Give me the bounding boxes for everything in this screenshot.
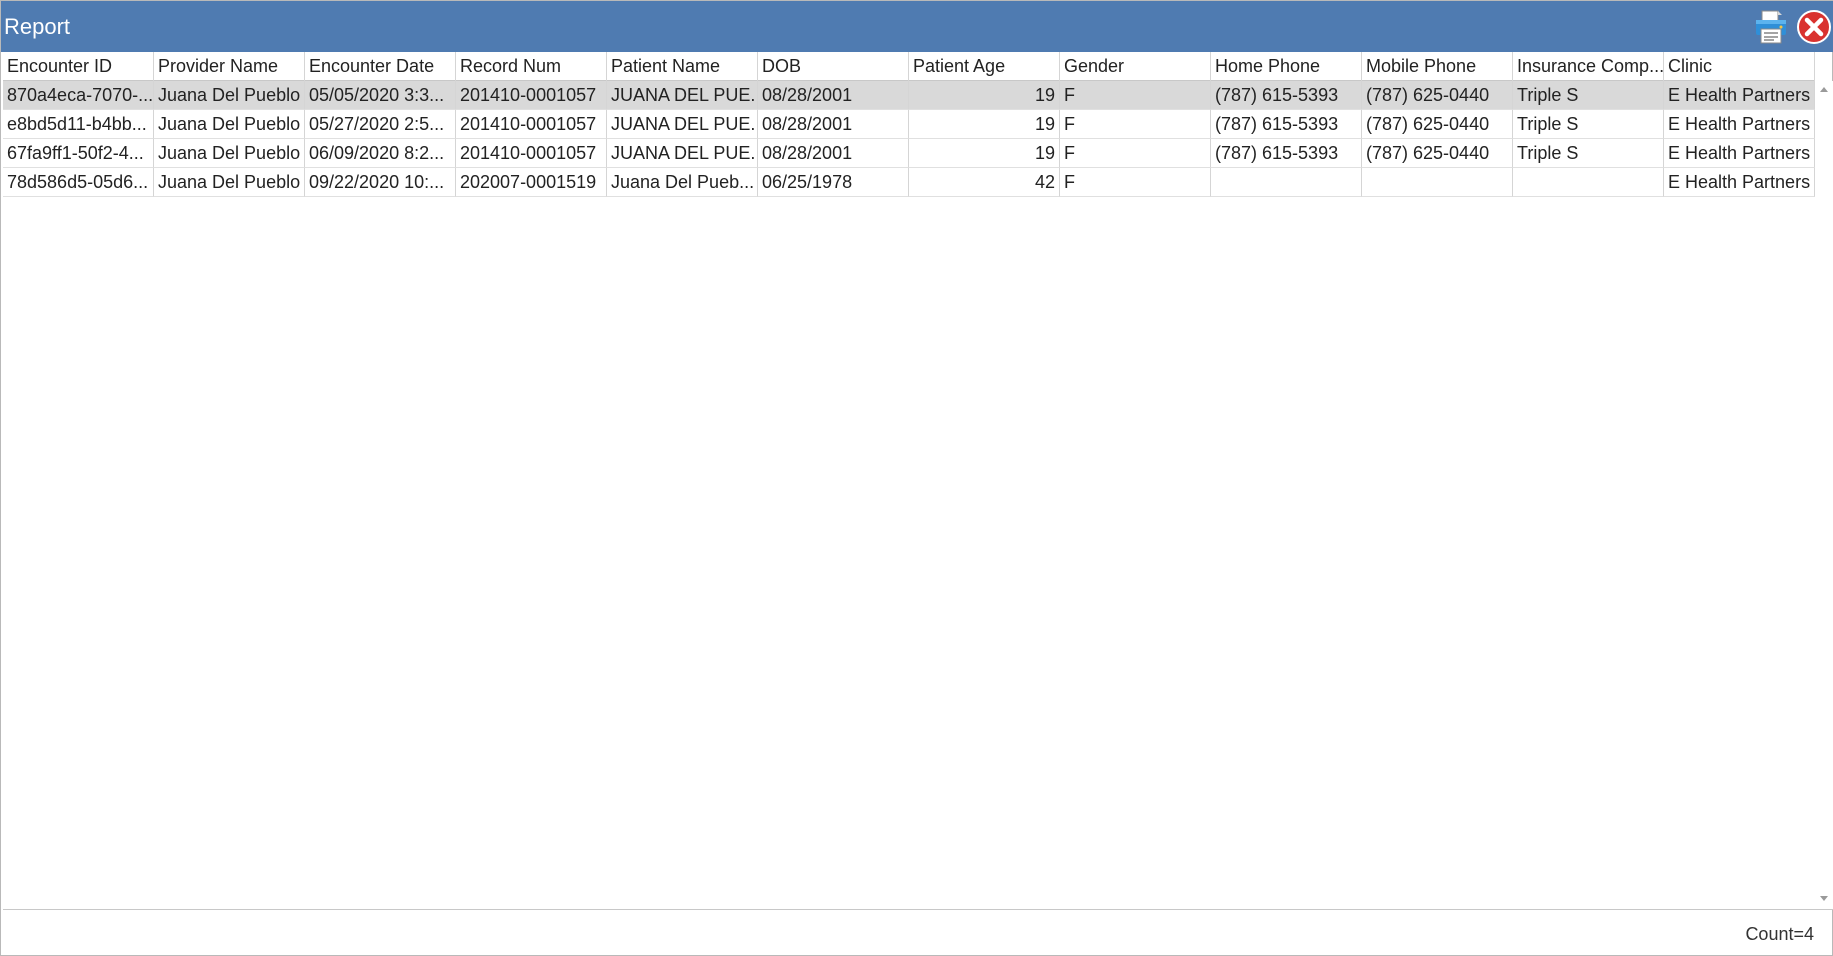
cell-home-phone[interactable]: (787) 615-5393 (1211, 81, 1362, 110)
cell-patient-age[interactable]: 19 (909, 139, 1060, 168)
table-row[interactable]: e8bd5d11-b4bb... Juana Del Pueblo 05/27/20… (3, 110, 1815, 139)
cell-encounter-id[interactable]: 870a4eca-7070-... (3, 81, 154, 110)
cell-provider-name[interactable]: Juana Del Pueblo (154, 139, 305, 168)
cell-mobile-phone[interactable]: (787) 625-0440 (1362, 81, 1513, 110)
vertical-scrollbar[interactable] (1816, 81, 1833, 909)
cell-patient-name[interactable]: JUANA DEL PUE... (607, 110, 758, 139)
cell-record-num[interactable]: 201410-0001057 (456, 110, 607, 139)
cell-clinic[interactable]: E Health Partners (1664, 110, 1815, 139)
cell-gender[interactable]: F (1060, 81, 1211, 110)
column-header-encounter-id[interactable]: Encounter ID (3, 52, 154, 81)
cell-patient-name[interactable]: JUANA DEL PUE... (607, 81, 758, 110)
cell-mobile-phone[interactable]: (787) 625-0440 (1362, 139, 1513, 168)
cell-clinic[interactable]: E Health Partners (1664, 168, 1815, 197)
cell-encounter-id[interactable]: e8bd5d11-b4bb... (3, 110, 154, 139)
cell-insurance-company[interactable]: Triple S (1513, 110, 1664, 139)
cell-patient-name[interactable]: JUANA DEL PUE... (607, 139, 758, 168)
cell-encounter-id[interactable]: 78d586d5-05d6... (3, 168, 154, 197)
cell-insurance-company[interactable]: Triple S (1513, 81, 1664, 110)
printer-icon[interactable] (1753, 9, 1789, 45)
window-title: Report (4, 14, 71, 39)
table-row[interactable]: 67fa9ff1-50f2-4... Juana Del Pueblo 06/09/… (3, 139, 1815, 168)
cell-gender[interactable]: F (1060, 139, 1211, 168)
table-row[interactable]: 78d586d5-05d6... Juana Del Pueblo 09/22/20… (3, 168, 1815, 197)
record-count: Count=4 (1745, 924, 1814, 944)
scroll-up-icon[interactable] (1820, 87, 1828, 92)
cell-dob[interactable]: 08/28/2001 (758, 139, 909, 168)
cell-gender[interactable]: F (1060, 110, 1211, 139)
cell-home-phone[interactable]: (787) 615-5393 (1211, 110, 1362, 139)
cell-dob[interactable]: 08/28/2001 (758, 81, 909, 110)
cell-encounter-date[interactable]: 09/22/2020 10:... (305, 168, 456, 197)
cell-record-num[interactable]: 201410-0001057 (456, 81, 607, 110)
cell-record-num[interactable]: 202007-0001519 (456, 168, 607, 197)
cell-provider-name[interactable]: Juana Del Pueblo (154, 110, 305, 139)
cell-patient-age[interactable]: 19 (909, 110, 1060, 139)
table-row[interactable]: 870a4eca-7070-... Juana Del Pueblo 05/05/2… (3, 81, 1815, 110)
cell-clinic[interactable]: E Health Partners (1664, 139, 1815, 168)
column-header-record-num[interactable]: Record Num (456, 52, 607, 81)
cell-home-phone[interactable]: (787) 615-5393 (1211, 139, 1362, 168)
report-grid: Encounter ID Provider Name Encounter Date R… (3, 52, 1815, 909)
cell-insurance-company[interactable]: Triple S (1513, 139, 1664, 168)
cell-record-num[interactable]: 201410-0001057 (456, 139, 607, 168)
cell-insurance-company[interactable] (1513, 168, 1664, 197)
cell-dob[interactable]: 08/28/2001 (758, 110, 909, 139)
cell-encounter-date[interactable]: 05/27/2020 2:5... (305, 110, 456, 139)
column-header-patient-age[interactable]: Patient Age (909, 52, 1060, 81)
cell-provider-name[interactable]: Juana Del Pueblo (154, 81, 305, 110)
cell-gender[interactable]: F (1060, 168, 1211, 197)
column-header-clinic[interactable]: Clinic (1664, 52, 1815, 81)
cell-mobile-phone[interactable]: (787) 625-0440 (1362, 110, 1513, 139)
column-header-encounter-date[interactable]: Encounter Date (305, 52, 456, 81)
column-header-provider-name[interactable]: Provider Name (154, 52, 305, 81)
scroll-down-icon[interactable] (1820, 896, 1828, 901)
cell-patient-age[interactable]: 42 (909, 168, 1060, 197)
title-bar: Report (1, 1, 1833, 52)
column-header-patient-name[interactable]: Patient Name (607, 52, 758, 81)
cell-patient-name[interactable]: Juana Del Pueb... (607, 168, 758, 197)
column-header-dob[interactable]: DOB (758, 52, 909, 81)
cell-mobile-phone[interactable] (1362, 168, 1513, 197)
close-icon[interactable] (1796, 9, 1832, 45)
cell-home-phone[interactable] (1211, 168, 1362, 197)
cell-provider-name[interactable]: Juana Del Pueblo (154, 168, 305, 197)
cell-clinic[interactable]: E Health Partners (1664, 81, 1815, 110)
cell-encounter-date[interactable]: 06/09/2020 8:2... (305, 139, 456, 168)
footer-bar: Count=4 (3, 909, 1833, 956)
cell-encounter-id[interactable]: 67fa9ff1-50f2-4... (3, 139, 154, 168)
column-header-insurance-company[interactable]: Insurance Comp... (1513, 52, 1664, 81)
column-header-gender[interactable]: Gender (1060, 52, 1211, 81)
cell-dob[interactable]: 06/25/1978 (758, 168, 909, 197)
header-row: Encounter ID Provider Name Encounter Date R… (3, 52, 1815, 81)
column-header-home-phone[interactable]: Home Phone (1211, 52, 1362, 81)
cell-encounter-date[interactable]: 05/05/2020 3:3... (305, 81, 456, 110)
column-header-mobile-phone[interactable]: Mobile Phone (1362, 52, 1513, 81)
report-window: Report Encounter ID Provider Name Encoun… (0, 0, 1833, 956)
cell-patient-age[interactable]: 19 (909, 81, 1060, 110)
